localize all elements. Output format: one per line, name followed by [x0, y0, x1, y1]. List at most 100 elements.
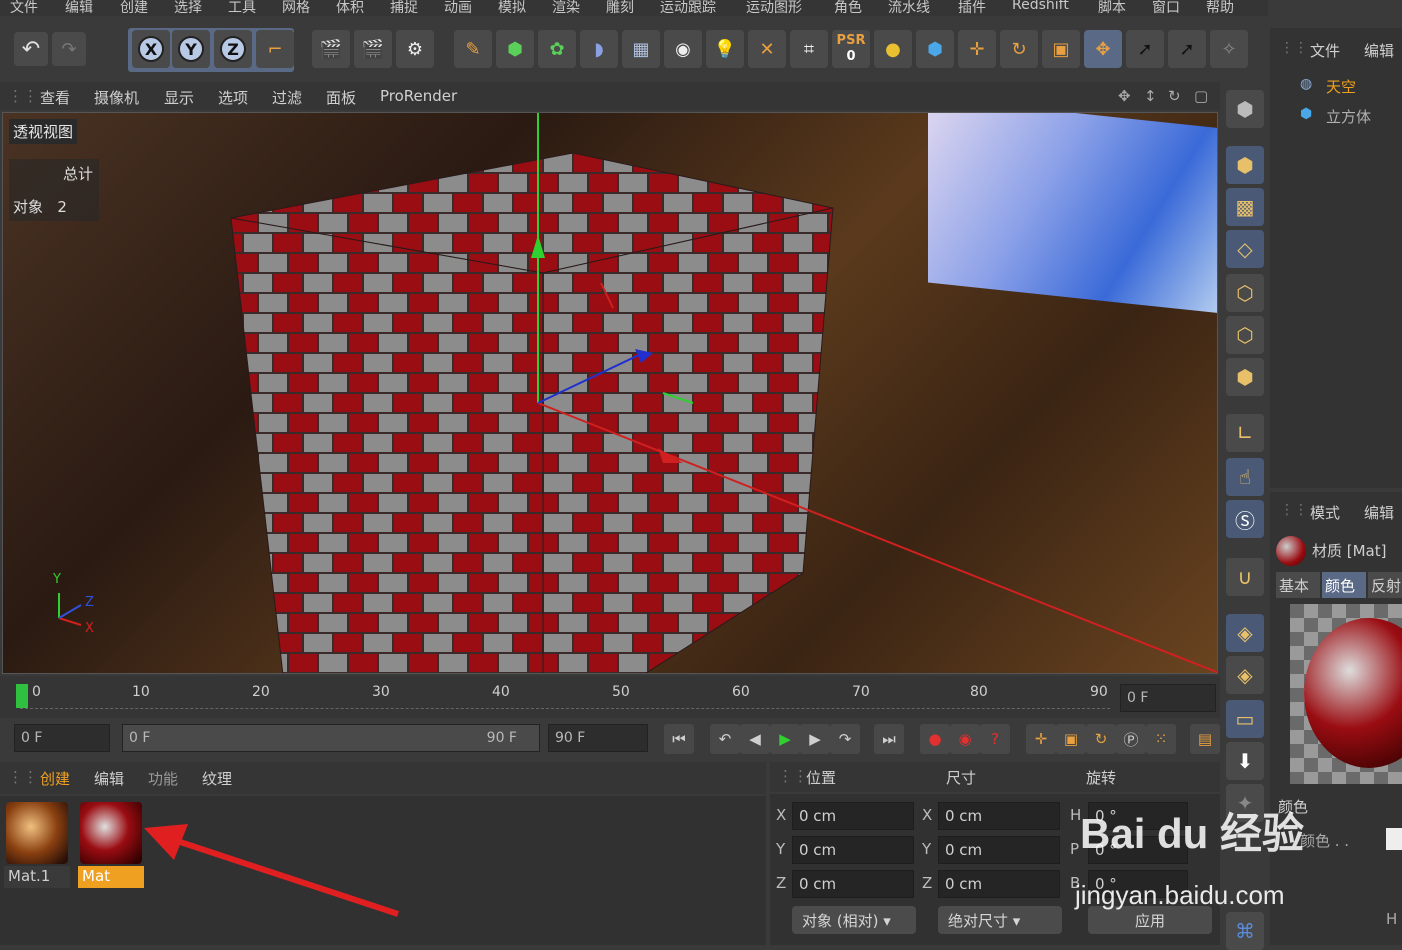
- pen-tool-icon[interactable]: ✎: [454, 30, 492, 68]
- polygons-mode-icon[interactable]: ⬢: [1226, 358, 1264, 396]
- current-frame-field[interactable]: 0 F: [1120, 684, 1216, 712]
- axis-y-lock-button[interactable]: Y: [172, 30, 210, 68]
- menu-script[interactable]: 脚本: [1098, 0, 1126, 16]
- tab-basic[interactable]: 基本: [1276, 572, 1320, 598]
- render-to-picture-viewer-icon[interactable]: 🎬: [354, 30, 392, 68]
- menu-help[interactable]: 帮助: [1206, 0, 1234, 16]
- edges-mode-icon[interactable]: ⬡: [1226, 316, 1264, 354]
- render-settings-icon[interactable]: ⚙: [396, 30, 434, 68]
- camera-icon[interactable]: ◉: [664, 30, 702, 68]
- prev-key-icon[interactable]: ↶: [710, 724, 740, 754]
- menu-sculpt[interactable]: 雕刻: [606, 0, 634, 16]
- end-frame-field[interactable]: 90 F: [548, 724, 648, 752]
- deformer-icon[interactable]: ◗: [580, 30, 618, 68]
- menu-simulate[interactable]: 模拟: [498, 0, 526, 16]
- size-z-field[interactable]: 0 cm: [938, 870, 1060, 898]
- pos-y-field[interactable]: 0 cm: [792, 836, 914, 864]
- menu-create[interactable]: 创建: [120, 0, 148, 16]
- undo-icon[interactable]: ↶: [14, 32, 48, 66]
- object-item-cube[interactable]: ⬢ 立方体: [1270, 100, 1402, 130]
- view-menu-view[interactable]: 查看: [40, 87, 70, 108]
- window-icon[interactable]: ▭: [1226, 700, 1264, 738]
- render-view-icon[interactable]: 🎬: [312, 30, 350, 68]
- make-editable-icon[interactable]: ⬢: [1226, 90, 1264, 128]
- size-x-field[interactable]: 0 cm: [938, 802, 1060, 830]
- material-menu-texture[interactable]: 纹理: [202, 768, 232, 789]
- view-menu-prorender[interactable]: ProRender: [380, 87, 457, 105]
- menu-motion-tracking[interactable]: 运动跟踪: [660, 0, 716, 16]
- axis-x-lock-button[interactable]: X: [132, 30, 170, 68]
- key-position-icon[interactable]: ✛: [1026, 724, 1056, 754]
- play-icon[interactable]: ▶: [770, 724, 800, 754]
- solo-icon[interactable]: Ⓢ: [1226, 500, 1264, 538]
- axis-z-lock-button[interactable]: Z: [214, 30, 252, 68]
- size-y-field[interactable]: 0 cm: [938, 836, 1060, 864]
- pos-x-field[interactable]: 0 cm: [792, 802, 914, 830]
- menu-tools[interactable]: 工具: [228, 0, 256, 16]
- playhead[interactable]: [16, 684, 28, 708]
- start-frame-field[interactable]: 0 F: [14, 724, 110, 752]
- material-item-mat[interactable]: Mat: [78, 800, 144, 888]
- snap-magnet-icon[interactable]: ∪: [1226, 558, 1264, 596]
- tab-reflectance[interactable]: 反射: [1368, 572, 1402, 598]
- goto-end-icon[interactable]: ⏭: [874, 724, 904, 754]
- timeline[interactable]: 0 10 20 30 40 50 60 70 80 90 0 F: [0, 676, 1220, 718]
- material-menu-create[interactable]: 创建: [40, 768, 70, 789]
- menu-volume[interactable]: 体积: [336, 0, 364, 16]
- mograph-icon[interactable]: ✕: [748, 30, 786, 68]
- menu-window[interactable]: 窗口: [1152, 0, 1180, 16]
- scale-icon[interactable]: ▣: [1042, 30, 1080, 68]
- prev-frame-icon[interactable]: ◀: [740, 724, 770, 754]
- floor-icon[interactable]: ▦: [622, 30, 660, 68]
- material-menu-edit[interactable]: 编辑: [94, 768, 124, 789]
- model-mode-icon[interactable]: ⬢: [916, 30, 954, 68]
- view-menu-filter[interactable]: 过滤: [272, 87, 302, 108]
- menu-render[interactable]: 渲染: [552, 0, 580, 16]
- menu-select[interactable]: 选择: [174, 0, 202, 16]
- key-param-icon[interactable]: Ⓟ: [1116, 724, 1146, 754]
- tweak-icon[interactable]: ✧: [1210, 30, 1248, 68]
- rotate-icon[interactable]: ↻: [1000, 30, 1038, 68]
- coord-mode-dropdown[interactable]: 对象 (相对) ▾: [792, 906, 916, 934]
- workplane-icon[interactable]: ◇: [1226, 230, 1264, 268]
- menu-animate[interactable]: 动画: [444, 0, 472, 16]
- view-menu-options[interactable]: 选项: [218, 87, 248, 108]
- select-cursor-icon[interactable]: ➚: [1126, 30, 1164, 68]
- perspective-viewport[interactable]: 透视视图 总计 对象 2 Y Z X: [2, 112, 1218, 674]
- object-menu-edit[interactable]: 编辑: [1364, 40, 1394, 61]
- points-mode-icon[interactable]: ⬡: [1226, 274, 1264, 312]
- tag-icon[interactable]: ⌗: [790, 30, 828, 68]
- viewport-toggle-icon[interactable]: ▢: [1194, 87, 1208, 105]
- key-point-icon[interactable]: ⁙: [1146, 724, 1176, 754]
- workplane-align-icon[interactable]: ◈: [1226, 656, 1264, 694]
- material-item-mat1[interactable]: Mat.1: [4, 800, 70, 888]
- object-item-sky[interactable]: ◍ 天空: [1270, 70, 1402, 100]
- menu-character[interactable]: 角色: [834, 0, 862, 16]
- viewport-move-icon[interactable]: ✥: [1118, 87, 1131, 105]
- light-icon[interactable]: 💡: [706, 30, 744, 68]
- coordinate-system-icon[interactable]: ⌐: [256, 30, 294, 68]
- key-rotation-icon[interactable]: ↻: [1086, 724, 1116, 754]
- subdivision-icon[interactable]: ✿: [538, 30, 576, 68]
- menu-plugins[interactable]: 插件: [958, 0, 986, 16]
- tweak-mode-icon[interactable]: ☝: [1226, 458, 1264, 496]
- material-menu-function[interactable]: 功能: [148, 768, 178, 789]
- keyframe-help-icon[interactable]: ?: [980, 724, 1010, 754]
- menu-mograph[interactable]: 运动图形: [746, 0, 802, 16]
- psr-button[interactable]: PSR 0: [832, 30, 870, 68]
- move-tool-icon[interactable]: ✥: [1084, 30, 1122, 68]
- timeline-window-icon[interactable]: ▤: [1190, 724, 1220, 754]
- menu-redshift[interactable]: Redshift: [1012, 0, 1069, 13]
- menu-pipeline[interactable]: 流水线: [888, 0, 930, 16]
- cube-primitive-icon[interactable]: ⬢: [496, 30, 534, 68]
- tab-color[interactable]: 颜色: [1322, 572, 1366, 598]
- workplane-lock-icon[interactable]: ◈: [1226, 614, 1264, 652]
- color-swatch[interactable]: [1386, 828, 1402, 850]
- viewport-zoom-icon[interactable]: ↕: [1144, 87, 1157, 105]
- view-menu-camera[interactable]: 摄像机: [94, 87, 139, 108]
- attr-menu-mode[interactable]: 模式: [1310, 502, 1340, 523]
- move-icon[interactable]: ✛: [958, 30, 996, 68]
- key-scale-icon[interactable]: ▣: [1056, 724, 1086, 754]
- menu-edit[interactable]: 编辑: [65, 0, 93, 16]
- attr-menu-edit[interactable]: 编辑: [1364, 502, 1394, 523]
